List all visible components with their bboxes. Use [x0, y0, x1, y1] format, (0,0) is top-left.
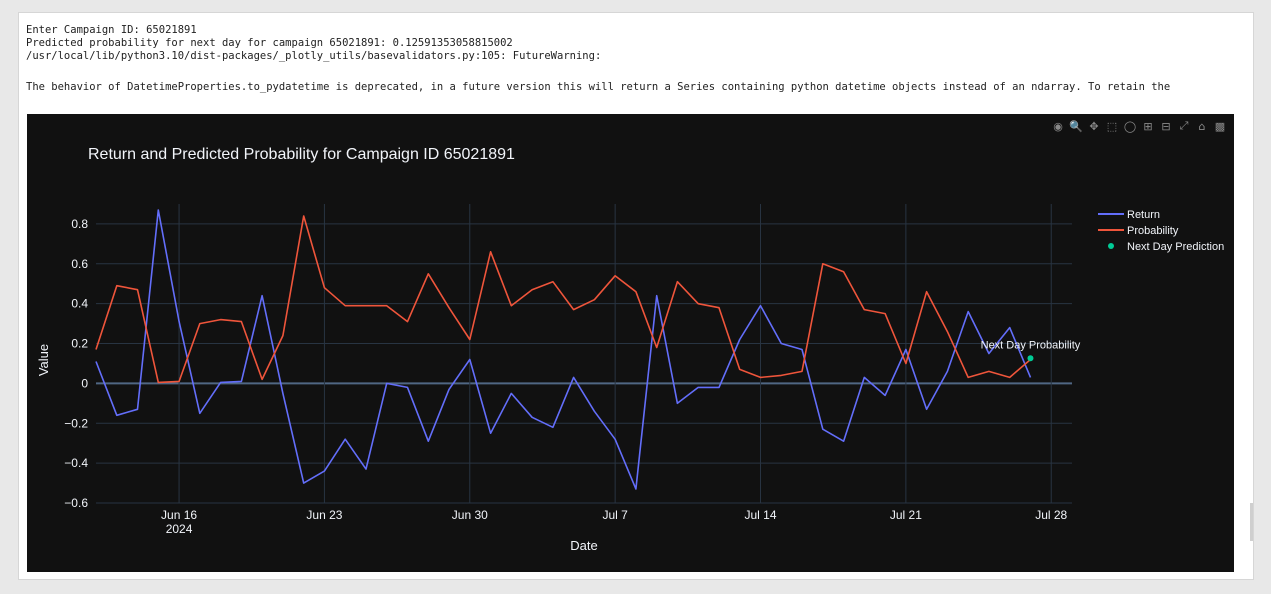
y-tick-label: −0.4: [64, 456, 88, 470]
zoom-icon[interactable]: 🔍: [1068, 118, 1084, 134]
plotly-logo-icon[interactable]: ▩: [1212, 118, 1228, 134]
y-tick-label: 0.6: [71, 257, 88, 271]
chart-title: Return and Predicted Probability for Cam…: [88, 146, 515, 163]
autoscale-icon[interactable]: ⤢: [1176, 118, 1192, 134]
x-tick-label: Jul 21: [890, 508, 922, 522]
x-tick-label: Jul 14: [744, 508, 776, 522]
output-line-prediction: Predicted probability for next day for c…: [26, 37, 513, 49]
next-day-annotation: Next Day Probability: [981, 339, 1081, 351]
output-line-warning-path: /usr/local/lib/python3.10/dist-packages/…: [26, 50, 602, 62]
y-tick-label: −0.2: [64, 416, 88, 430]
legend-item-label: Next Day Prediction: [1127, 241, 1224, 253]
plotly-chart: ◉ 🔍 ✥ ⬚ ◯ ⊞ ⊟ ⤢ ⌂ ▩ Return and Predicted…: [27, 114, 1234, 572]
lasso-icon[interactable]: ◯: [1122, 118, 1138, 134]
pan-icon[interactable]: ✥: [1086, 118, 1102, 134]
series-return-line: [95, 209, 1032, 490]
chart-svg: Return and Predicted Probability for Cam…: [36, 146, 1224, 553]
legend: Return Probability Next Day Prediction: [1098, 209, 1224, 253]
series-layer: Next Day Probability: [95, 209, 1081, 490]
next-day-prediction-point: [1027, 355, 1034, 362]
y-tick-label: −0.6: [64, 496, 88, 510]
grid-layer: [96, 204, 1072, 504]
y-tick-label: 0.2: [71, 337, 88, 351]
x-tick-label: Jul 28: [1035, 508, 1067, 522]
home-icon[interactable]: ⌂: [1194, 118, 1210, 134]
x-tick-label: Jul 7: [602, 508, 628, 522]
x-axis-label: Date: [570, 538, 597, 553]
scrollbar-stub[interactable]: [1250, 503, 1253, 541]
x-tick-label: Jun 23: [306, 508, 342, 522]
plotly-modebar: ◉ 🔍 ✥ ⬚ ◯ ⊞ ⊟ ⤢ ⌂ ▩: [1050, 118, 1228, 134]
output-line-warning-text: The behavior of DatetimeProperties.to_py…: [26, 81, 1171, 93]
x-tick-label: Jun 16: [161, 508, 197, 522]
y-tick-label: 0: [81, 376, 88, 390]
axis-layer: −0.6 −0.4 −0.2 0 0.2 0.4 0.6 0.8 Jun 162024 Jun 2…: [64, 217, 1067, 536]
y-axis-label: Value: [36, 344, 51, 376]
zoom-in-icon[interactable]: ⊞: [1140, 118, 1156, 134]
notebook-output-cell: Enter Campaign ID: 65021891 Predicted pr…: [18, 12, 1254, 580]
zoom-out-icon[interactable]: ⊟: [1158, 118, 1174, 134]
series-probability-line: [95, 215, 1032, 384]
legend-item-label: Probability: [1127, 225, 1179, 237]
output-line-campaign-id: Enter Campaign ID: 65021891: [26, 24, 197, 36]
camera-icon[interactable]: ◉: [1050, 118, 1066, 134]
x-tick-label: Jun 30: [452, 508, 488, 522]
legend-item-label: Return: [1127, 209, 1160, 221]
y-tick-label: 0.4: [71, 297, 88, 311]
y-tick-label: 0.8: [71, 217, 88, 231]
x-tick-sublabel: 2024: [166, 522, 193, 536]
legend-swatch: [1108, 243, 1114, 249]
box-select-icon[interactable]: ⬚: [1104, 118, 1120, 134]
